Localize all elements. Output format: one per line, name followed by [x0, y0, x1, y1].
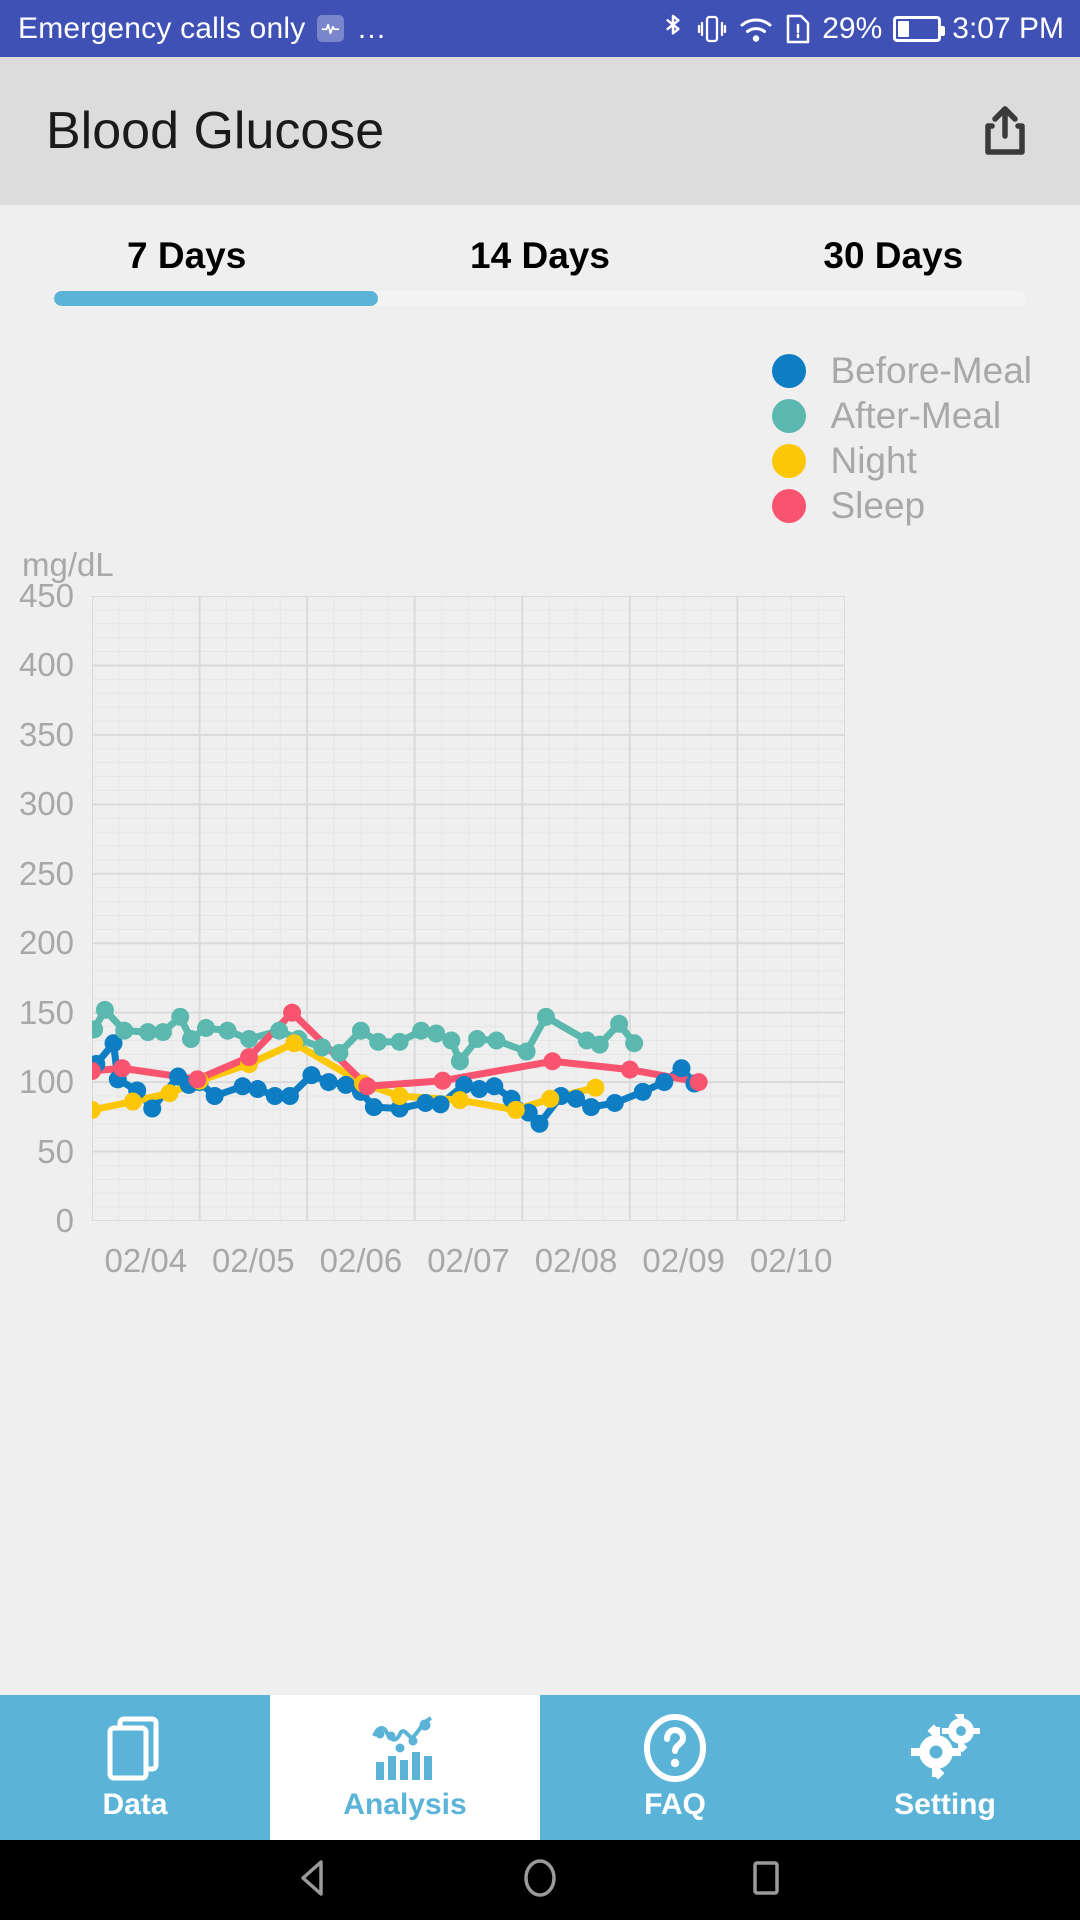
- android-navigation-bar: [0, 1840, 1080, 1920]
- tab-7-days[interactable]: 7 Days: [10, 235, 363, 291]
- legend-label-sleep: Sleep: [830, 484, 926, 526]
- chart-icon: [368, 1714, 442, 1782]
- chart-legend: Before-Meal After-Meal Night Sleep: [772, 348, 1080, 528]
- gears-icon: [908, 1713, 982, 1782]
- bluetooth-icon: [660, 11, 686, 47]
- sim-card-icon: [785, 13, 811, 45]
- legend-item-after-meal[interactable]: After-Meal: [772, 393, 1001, 438]
- y-axis-tick-200: 200: [18, 924, 74, 962]
- nav-label-analysis: Analysis: [343, 1787, 467, 1821]
- x-axis-tick-02-07: 02/07: [427, 1242, 510, 1279]
- legend-item-sleep[interactable]: Sleep: [772, 483, 925, 528]
- status-bar-left: Emergency calls only …: [18, 12, 388, 46]
- legend-dot-night: [772, 443, 807, 478]
- status-bar: Emergency calls only … 29% 3:07 PM: [0, 0, 1080, 57]
- status-bar-right: 29% 3:07 PM: [660, 0, 1064, 57]
- y-axis-tick-50: 50: [37, 1132, 74, 1170]
- x-axis-tick-02-08: 02/08: [534, 1242, 618, 1279]
- x-axis-labels: 02/04 02/05 02/06 02/07 02/08 02/09 02/10: [92, 1242, 1080, 1292]
- y-axis-tick-450: 450: [18, 577, 74, 614]
- y-axis-tick-250: 250: [18, 854, 74, 892]
- y-axis-tick-400: 400: [18, 646, 74, 684]
- range-tab-indicator-track[interactable]: [54, 291, 1026, 306]
- legend-dot-before-meal: [772, 353, 807, 388]
- range-tabs: 7 Days 14 Days 30 Days: [0, 205, 1080, 306]
- legend-item-before-meal[interactable]: Before-Meal: [772, 348, 1032, 393]
- range-tab-indicator: [54, 291, 378, 306]
- back-triangle-icon[interactable]: [291, 1855, 337, 1906]
- legend-dot-after-meal: [772, 398, 807, 433]
- legend-dot-sleep: [772, 488, 807, 523]
- documents-icon: [104, 1714, 166, 1782]
- page-title: Blood Glucose: [46, 102, 385, 160]
- legend-label-night: Night: [830, 439, 917, 481]
- chart-plot-area: [83, 595, 846, 1222]
- y-axis-tick-350: 350: [18, 715, 74, 753]
- carrier-label: Emergency calls only: [18, 11, 306, 45]
- nav-label-data: Data: [102, 1787, 168, 1821]
- recents-square-icon[interactable]: [743, 1855, 789, 1906]
- y-axis-labels: 0 50 100 150 200 250 300 350 400 450: [0, 577, 86, 1239]
- x-axis-tick-02-04: 02/04: [104, 1242, 188, 1279]
- bottom-navigation: Data Analysis FAQ Setting: [0, 1695, 1080, 1840]
- wifi-icon: [738, 13, 774, 45]
- question-icon: [642, 1713, 708, 1782]
- y-axis-tick-300: 300: [18, 785, 74, 823]
- overflow-icon: …: [356, 11, 389, 45]
- y-axis-tick-150: 150: [18, 993, 74, 1031]
- legend-item-night[interactable]: Night: [772, 438, 917, 483]
- nav-item-setting[interactable]: Setting: [810, 1695, 1080, 1840]
- app-header: Blood Glucose: [0, 57, 1080, 205]
- y-axis-tick-100: 100: [18, 1063, 74, 1101]
- nav-item-data[interactable]: Data: [0, 1695, 270, 1840]
- battery-percent-label: 29%: [822, 11, 883, 45]
- legend-label-before-meal: Before-Meal: [830, 349, 1032, 391]
- share-icon[interactable]: [974, 100, 1036, 162]
- nav-item-faq[interactable]: FAQ: [540, 1695, 810, 1840]
- battery-icon: [893, 15, 946, 42]
- nav-item-analysis[interactable]: Analysis: [270, 1695, 540, 1840]
- x-axis-tick-02-09: 02/09: [642, 1242, 725, 1279]
- chart-svg: [83, 595, 846, 1222]
- x-axis-tick-02-06: 02/06: [319, 1242, 403, 1279]
- heart-rate-icon: [317, 15, 345, 42]
- nav-label-faq: FAQ: [644, 1787, 706, 1821]
- vibrate-icon: [697, 12, 727, 46]
- x-axis-tick-02-05: 02/05: [212, 1242, 295, 1279]
- glucose-chart: mg/dL 0 50 100 150 200 250 300 350 400 450 02/04 0…: [0, 546, 1080, 1279]
- legend-label-after-meal: After-Meal: [830, 394, 1002, 436]
- tab-14-days[interactable]: 14 Days: [363, 235, 716, 291]
- clock-label: 3:07 PM: [952, 11, 1064, 45]
- x-axis-tick-02-10: 02/10: [749, 1242, 833, 1279]
- home-circle-icon[interactable]: [517, 1855, 563, 1906]
- nav-label-setting: Setting: [894, 1787, 996, 1821]
- y-axis-tick-0: 0: [55, 1202, 74, 1239]
- tab-30-days[interactable]: 30 Days: [717, 235, 1070, 291]
- range-tabs-row: 7 Days 14 Days 30 Days: [0, 235, 1080, 291]
